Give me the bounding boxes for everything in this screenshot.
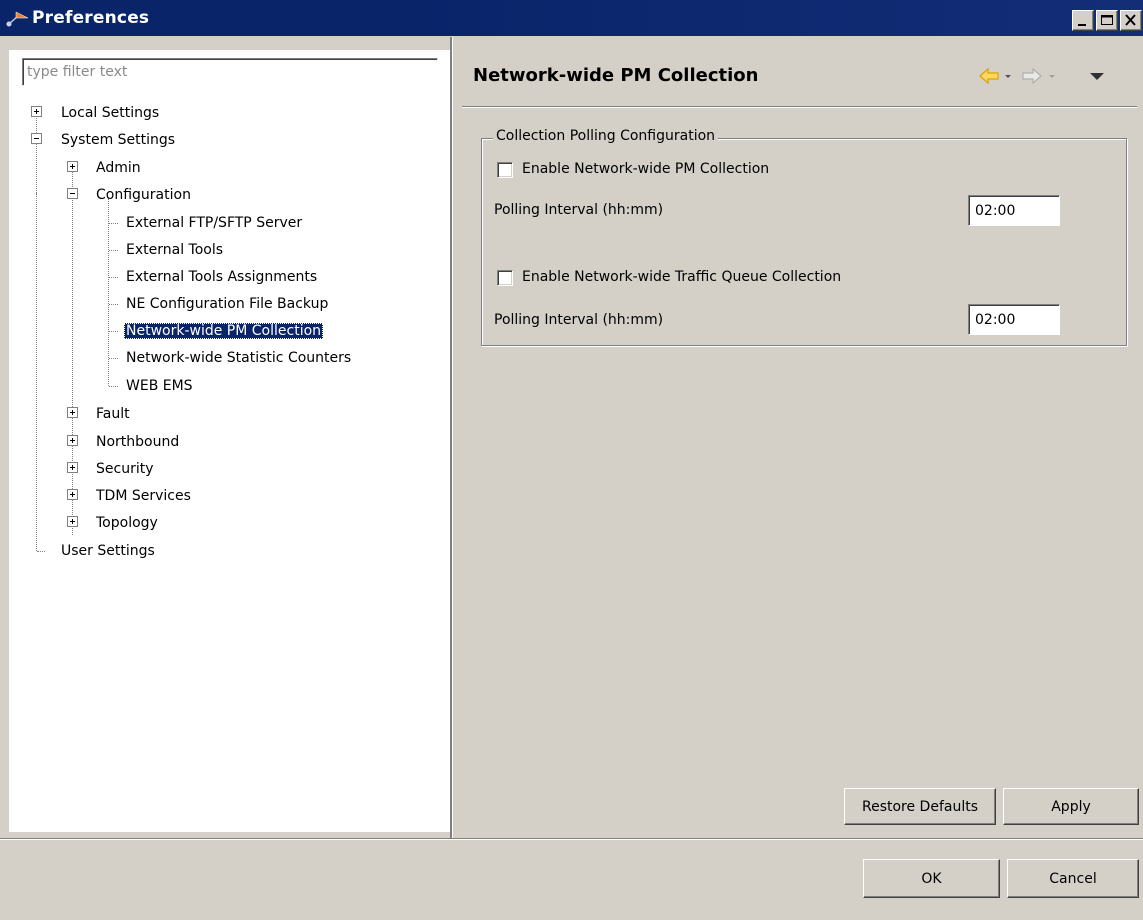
page-title: Network-wide PM Collection (473, 65, 759, 86)
tree-item-ne-configuration-file-backup[interactable]: NE Configuration File Backup (124, 293, 330, 315)
tree-item-label: Network-wide Statistic Counters (126, 350, 352, 366)
tree-item-network-wide-pm-collection[interactable]: Network-wide PM Collection (124, 320, 324, 342)
footer-separator (0, 838, 1143, 840)
view-menu-icon[interactable] (1090, 73, 1104, 80)
tree-connector (109, 386, 118, 387)
tree-connector (109, 358, 118, 359)
expand-plus-icon[interactable] (67, 407, 78, 418)
tree-item-label: Fault (96, 406, 130, 422)
enable-pm-collection-checkbox[interactable] (497, 162, 513, 178)
tree-item-user-settings[interactable]: User Settings (59, 540, 157, 562)
preferences-tree: Local Settings System Settings Admin Con… (9, 50, 450, 832)
tree-item-label: TDM Services (96, 488, 191, 504)
tree-connector (109, 304, 118, 305)
close-button[interactable] (1120, 10, 1142, 31)
panel-splitter-highlight (452, 37, 453, 838)
tree-connector (72, 170, 73, 535)
tree-connector (36, 111, 37, 193)
page-navigation (978, 66, 1128, 86)
tree-item-label: External FTP/SFTP Server (126, 215, 303, 231)
restore-defaults-button[interactable]: Restore Defaults (844, 788, 996, 825)
polling-interval-label: Polling Interval (hh:mm) (494, 202, 664, 218)
tree-item-admin[interactable]: Admin (94, 157, 143, 179)
tree-item-label: User Settings (61, 543, 155, 559)
tree-item-northbound[interactable]: Northbound (94, 431, 181, 453)
preferences-tree-panel: Local Settings System Settings Admin Con… (9, 50, 450, 832)
tree-connector (109, 223, 118, 224)
back-dropdown-icon[interactable] (1005, 75, 1011, 78)
tree-connector (36, 193, 37, 551)
tree-item-label: Local Settings (61, 105, 160, 121)
tree-connector (109, 250, 118, 251)
tree-item-label: WEB EMS (126, 378, 193, 394)
tree-item-label: External Tools (126, 242, 224, 258)
collapse-minus-icon[interactable] (67, 188, 78, 199)
maximize-icon (1101, 15, 1113, 25)
expand-plus-icon[interactable] (67, 516, 78, 527)
tree-item-label: System Settings (61, 132, 176, 148)
traffic-queue-polling-interval-label: Polling Interval (hh:mm) (494, 312, 664, 328)
tree-item-label: Security (96, 461, 154, 477)
tree-item-label: Configuration (96, 187, 191, 203)
tree-item-external-tools[interactable]: External Tools (124, 239, 225, 261)
ok-button[interactable]: OK (863, 859, 1000, 898)
group-title: Collection Polling Configuration (493, 128, 719, 144)
polling-interval-field[interactable] (968, 195, 1060, 226)
minimize-button[interactable] (1072, 10, 1094, 31)
tree-item-configuration[interactable]: Configuration (94, 184, 193, 206)
tree-item-label: Admin (96, 160, 141, 176)
traffic-queue-polling-interval-field[interactable] (968, 304, 1060, 335)
collapse-minus-icon[interactable] (31, 133, 42, 144)
back-arrow-icon[interactable] (979, 67, 999, 85)
tree-item-external-ftp-sftp-server[interactable]: External FTP/SFTP Server (124, 212, 304, 234)
preferences-window: Preferences type filter text Local Setti… (0, 0, 1143, 920)
tree-item-label: External Tools Assignments (126, 269, 318, 285)
forward-arrow-icon[interactable] (1022, 67, 1042, 85)
expand-plus-icon[interactable] (67, 161, 78, 172)
tree-connector (37, 551, 45, 552)
tree-item-external-tools-assignments[interactable]: External Tools Assignments (124, 266, 319, 288)
title-bar[interactable]: Preferences (0, 0, 1143, 36)
cancel-button[interactable]: Cancel (1007, 859, 1139, 898)
tree-item-system-settings[interactable]: System Settings (59, 129, 177, 151)
tree-connector (109, 331, 118, 332)
preferences-app-icon (6, 10, 30, 28)
close-icon (1125, 14, 1136, 26)
tree-item-local-settings[interactable]: Local Settings (59, 102, 161, 124)
window-title: Preferences (32, 8, 150, 28)
apply-button[interactable]: Apply (1003, 788, 1139, 825)
forward-dropdown-icon[interactable] (1049, 75, 1055, 78)
maximize-button[interactable] (1096, 10, 1118, 31)
enable-traffic-queue-label[interactable]: Enable Network-wide Traffic Queue Collec… (522, 269, 841, 285)
header-separator (462, 106, 1137, 108)
expand-plus-icon[interactable] (67, 435, 78, 446)
tree-item-network-wide-statistic-counters[interactable]: Network-wide Statistic Counters (124, 347, 353, 369)
enable-traffic-queue-checkbox[interactable] (497, 270, 513, 286)
tree-item-tdm-services[interactable]: TDM Services (94, 485, 193, 507)
expand-plus-icon[interactable] (31, 106, 42, 117)
expand-plus-icon[interactable] (67, 462, 78, 473)
tree-item-security[interactable]: Security (94, 458, 156, 480)
tree-item-label: Northbound (96, 434, 180, 450)
enable-pm-collection-label[interactable]: Enable Network-wide PM Collection (522, 161, 769, 177)
tree-item-topology[interactable]: Topology (94, 512, 160, 534)
minimize-icon (1078, 24, 1086, 26)
tree-item-label: NE Configuration File Backup (126, 296, 329, 312)
tree-item-fault[interactable]: Fault (94, 403, 132, 425)
expand-plus-icon[interactable] (67, 489, 78, 500)
tree-item-label: Topology (96, 515, 158, 531)
tree-item-label: Network-wide PM Collection (124, 323, 324, 339)
tree-item-web-ems[interactable]: WEB EMS (124, 375, 195, 397)
tree-connector (109, 277, 118, 278)
